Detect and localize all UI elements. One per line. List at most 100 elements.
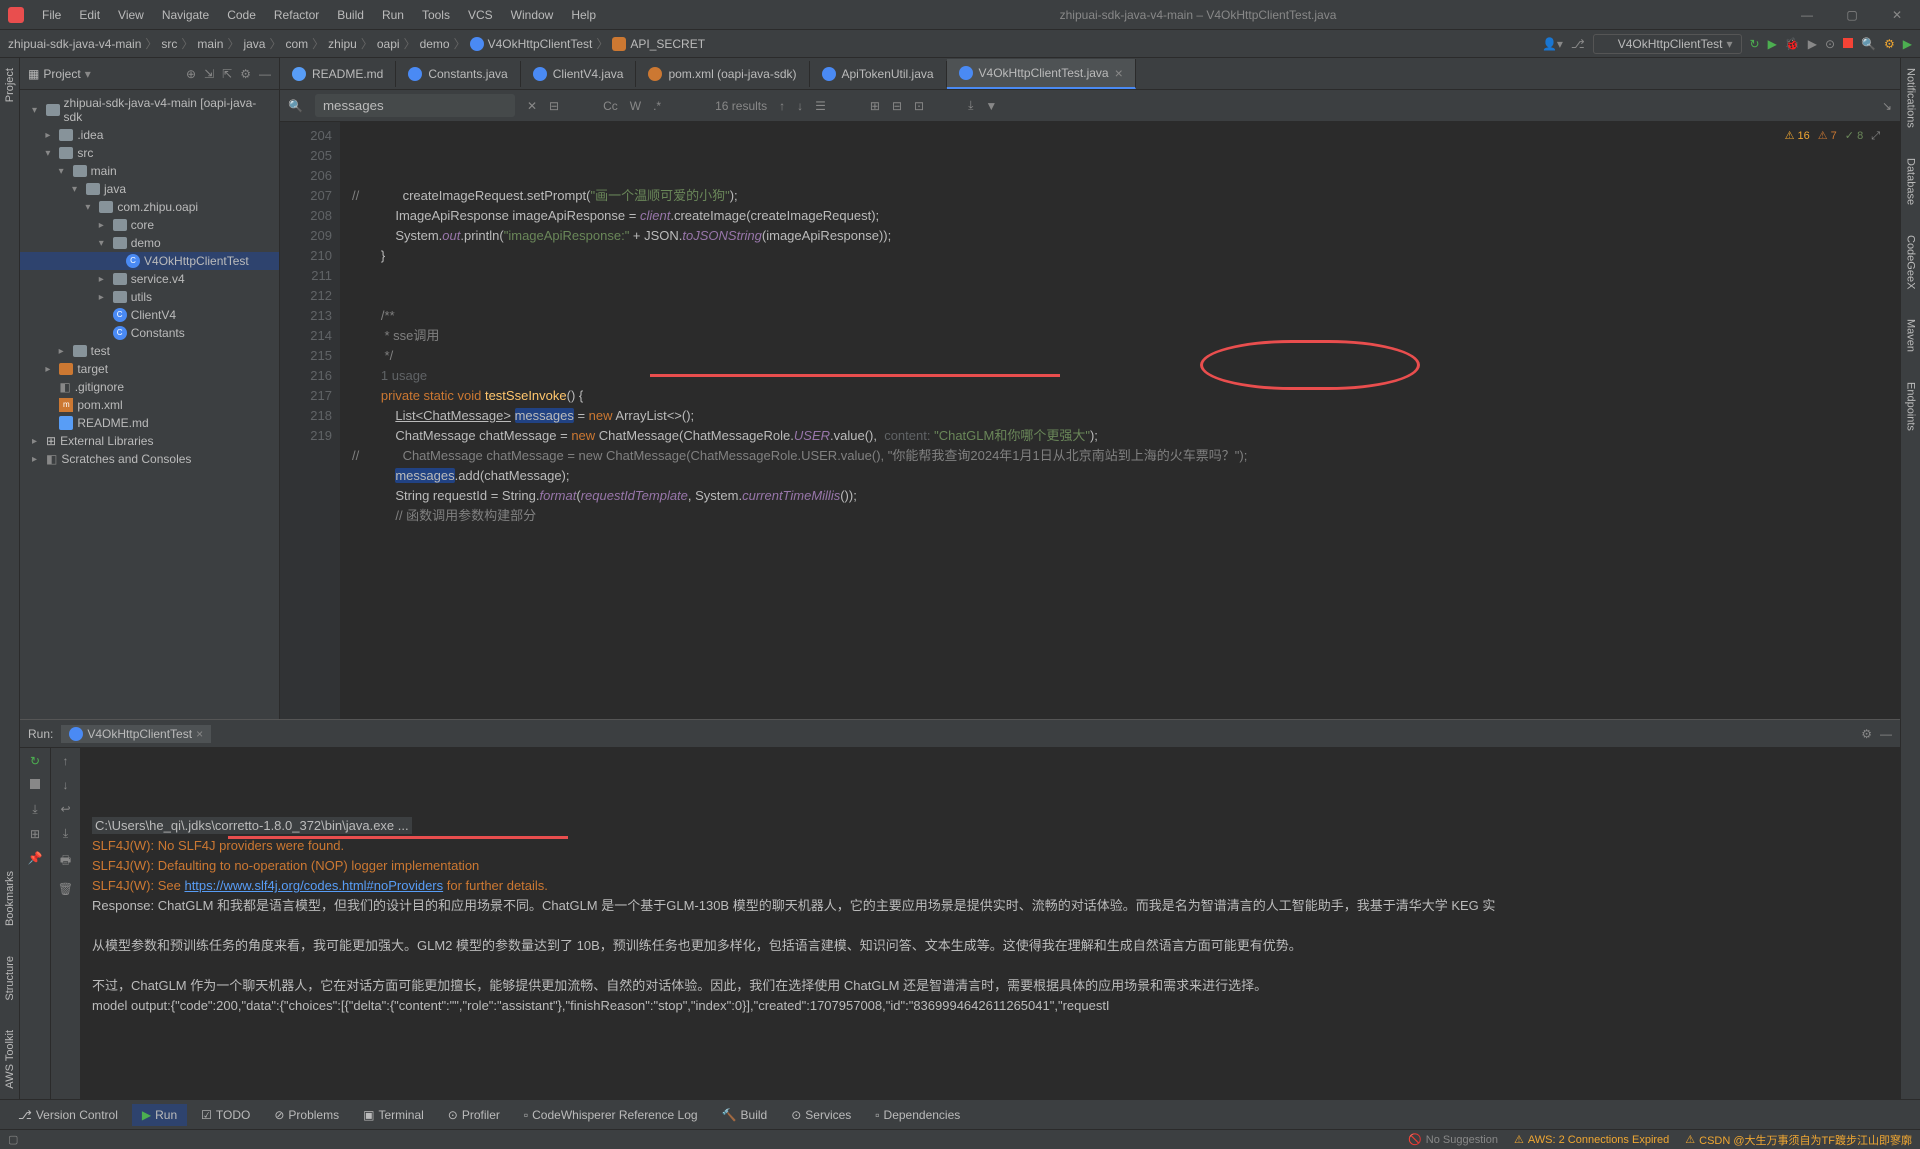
select-all-icon[interactable]: ☰ <box>815 99 826 113</box>
breadcrumb-item[interactable]: demo <box>420 37 450 51</box>
collapse-icon[interactable]: ⇱ <box>222 67 232 81</box>
breadcrumb-item[interactable]: com <box>285 37 308 51</box>
gutter[interactable]: 2042052062072082092102112122132142152162… <box>280 122 340 719</box>
match-case-toggle[interactable]: Cc <box>603 99 618 113</box>
tool-aws[interactable]: AWS Toolkit <box>4 1030 16 1089</box>
project-title[interactable]: Project <box>43 67 80 81</box>
breadcrumb-item[interactable]: main <box>197 37 223 51</box>
clear-icon[interactable]: 🗑 <box>58 882 73 896</box>
no-suggestion[interactable]: 🚫 No Suggestion <box>1408 1133 1498 1146</box>
tree-item[interactable]: ▸utils <box>20 288 279 306</box>
minimize-button[interactable]: — <box>1792 8 1822 22</box>
tool-database[interactable]: Database <box>1905 158 1917 205</box>
tool-structure[interactable]: Structure <box>4 956 16 1001</box>
select-opened-icon[interactable]: ⊕ <box>186 67 196 81</box>
clear-search-icon[interactable]: ✕ <box>527 99 537 113</box>
menu-build[interactable]: Build <box>329 4 372 26</box>
tree-item[interactable]: ▾com.zhipu.oapi <box>20 198 279 216</box>
bottom-tab-build[interactable]: 🔨Build <box>712 1104 778 1126</box>
tool-maven[interactable]: Maven <box>1905 319 1917 352</box>
maximize-button[interactable]: ▢ <box>1837 8 1867 22</box>
console-output[interactable]: C:\Users\he_qi\.jdks\corretto-1.8.0_372\… <box>80 748 1900 1099</box>
run-icon[interactable]: ▶ <box>1768 37 1777 51</box>
menu-view[interactable]: View <box>110 4 152 26</box>
prev-match-icon[interactable]: ↑ <box>779 99 785 113</box>
hide-icon[interactable]: — <box>259 67 271 81</box>
wrap-icon[interactable]: ↩ <box>60 802 70 816</box>
tree-item[interactable]: CClientV4 <box>20 306 279 324</box>
exit-icon[interactable]: ⤓ <box>32 802 37 817</box>
bottom-tab-problems[interactable]: ⊘Problems <box>264 1104 349 1126</box>
expand-icon[interactable]: ⇲ <box>204 67 214 81</box>
breadcrumb-item[interactable]: oapi <box>377 37 400 51</box>
breadcrumb-item[interactable]: java <box>243 37 265 51</box>
bottom-tab-codewhisperer-reference-log[interactable]: ▫CodeWhisperer Reference Log <box>514 1104 708 1126</box>
regex-toggle[interactable]: .* <box>653 99 661 113</box>
bottom-tab-version-control[interactable]: ⎇Version Control <box>8 1104 128 1126</box>
tree-item[interactable]: ▸core <box>20 216 279 234</box>
editor-tab[interactable]: Constants.java <box>396 61 520 87</box>
tree-item[interactable]: ▾java <box>20 180 279 198</box>
close-button[interactable]: ✕ <box>1882 8 1912 22</box>
close-tab-icon[interactable]: × <box>1115 65 1123 81</box>
settings-icon[interactable]: ⚙ <box>240 67 251 81</box>
tree-item[interactable]: ▾src <box>20 144 279 162</box>
tree-item[interactable]: ▸.idea <box>20 126 279 144</box>
warnings-badge[interactable]: ⚠ 16 <box>1785 126 1810 146</box>
search-input[interactable] <box>315 94 515 117</box>
user-icon[interactable]: 👤▾ <box>1542 37 1563 51</box>
breadcrumb-item[interactable]: zhipuai-sdk-java-v4-main <box>8 37 141 51</box>
run-hide-icon[interactable]: — <box>1880 727 1892 741</box>
menu-file[interactable]: File <box>34 4 69 26</box>
editor-tab[interactable]: ClientV4.java <box>521 61 637 87</box>
project-tree[interactable]: ▾zhipuai-sdk-java-v4-main [oapi-java-sdk… <box>20 90 279 719</box>
tree-item[interactable]: ▸test <box>20 342 279 360</box>
menu-code[interactable]: Code <box>219 4 264 26</box>
inspection-badges[interactable]: ⚠ 16 ⚠ 7 ✓ 8 ⤢ <box>1785 126 1880 146</box>
pin-icon[interactable]: 📌 <box>28 851 43 865</box>
status-left-icon[interactable]: ▢ <box>8 1133 18 1146</box>
tree-item[interactable]: ▸target <box>20 360 279 378</box>
bottom-tab-terminal[interactable]: ▣Terminal <box>353 1104 434 1126</box>
console-link[interactable]: https://www.slf4j.org/codes.html#noProvi… <box>184 878 443 893</box>
run-settings-icon[interactable]: ⚙ <box>1861 727 1872 741</box>
editor-tab[interactable]: ApiTokenUtil.java <box>810 61 947 87</box>
bottom-tab-run[interactable]: ▶Run <box>132 1104 187 1126</box>
tree-item[interactable]: ▾demo <box>20 234 279 252</box>
stop-icon[interactable] <box>1843 37 1853 51</box>
export-icon[interactable]: ⤓ <box>968 98 973 113</box>
select-all-occ-icon[interactable]: ⊡ <box>914 99 924 113</box>
code-content[interactable]: ⚠ 16 ⚠ 7 ✓ 8 ⤢ // createImageRequest.set… <box>340 122 1900 719</box>
tree-item[interactable]: ▸service.v4 <box>20 270 279 288</box>
menu-tools[interactable]: Tools <box>414 4 458 26</box>
menu-window[interactable]: Window <box>503 4 562 26</box>
up-icon[interactable]: ↑ <box>63 754 69 768</box>
breadcrumb[interactable]: zhipuai-sdk-java-v4-main〉 src〉 main〉 jav… <box>8 35 1542 52</box>
run-tab[interactable]: V4OkHttpClientTest × <box>61 725 211 743</box>
filter-icon[interactable]: ▼ <box>985 99 997 113</box>
branch-icon[interactable]: ⎇ <box>1571 37 1585 51</box>
tree-item[interactable]: README.md <box>20 414 279 432</box>
code-editor[interactable]: 2042052062072082092102112122132142152162… <box>280 122 1900 719</box>
next-match-icon[interactable]: ↓ <box>797 99 803 113</box>
tree-item[interactable]: CV4OkHttpClientTest <box>20 252 279 270</box>
layout-icon[interactable]: ⊞ <box>30 827 40 841</box>
tree-item[interactable]: ▾main <box>20 162 279 180</box>
close-search-icon[interactable]: ↘ <box>1882 99 1892 113</box>
stop-icon[interactable] <box>30 778 40 792</box>
tree-item[interactable]: ◧.gitignore <box>20 378 279 396</box>
menu-help[interactable]: Help <box>563 4 604 26</box>
breadcrumb-item[interactable]: V4OkHttpClientTest <box>488 37 593 51</box>
errors-badge[interactable]: ⚠ 7 <box>1818 126 1837 146</box>
ok-badge[interactable]: ✓ 8 <box>1845 126 1863 146</box>
run-config-selector[interactable]: V4OkHttpClientTest ▾ <box>1593 34 1742 54</box>
down-icon[interactable]: ↓ <box>63 778 69 792</box>
profile-icon[interactable]: ⊙ <box>1825 37 1835 51</box>
tool-project[interactable]: Project <box>4 68 16 102</box>
breadcrumb-item[interactable]: zhipu <box>328 37 357 51</box>
menu-run[interactable]: Run <box>374 4 412 26</box>
coverage-icon[interactable]: ▶ <box>1808 37 1817 51</box>
updates-icon[interactable]: ⚙ <box>1884 37 1895 51</box>
bottom-tab-services[interactable]: ⊙Services <box>781 1104 861 1126</box>
words-toggle[interactable]: W <box>630 99 641 113</box>
